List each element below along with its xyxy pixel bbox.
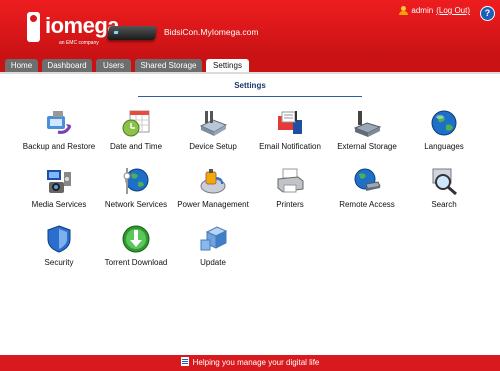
footer-bar: Helping you manage your digital life <box>0 355 500 371</box>
iomega-logo[interactable]: iomega an EMC company <box>27 12 120 48</box>
setting-label: Torrent Download <box>104 258 168 267</box>
network-services-icon <box>121 166 151 196</box>
remote-access-icon <box>352 166 382 196</box>
setting-media-services[interactable]: Media Services <box>16 166 102 209</box>
document-icon <box>180 357 189 366</box>
tab-divider <box>0 72 500 74</box>
media-services-icon <box>44 166 74 196</box>
setting-label: Device Setup <box>189 142 237 151</box>
device-setup-icon <box>198 108 228 138</box>
setting-label: Languages <box>424 142 464 151</box>
user-info: admin (Log Out) <box>399 6 470 15</box>
setting-label: Security <box>44 258 74 267</box>
update-icon <box>198 224 228 254</box>
shield-icon <box>44 224 74 254</box>
footer-text: Helping you manage your digital life <box>192 358 320 367</box>
setting-device-setup[interactable]: Device Setup <box>170 108 256 151</box>
tab-shared-storage[interactable]: Shared Storage <box>135 59 202 72</box>
printer-icon <box>275 166 305 196</box>
backup-restore-icon <box>44 108 74 138</box>
setting-label: Network Services <box>104 200 168 209</box>
external-storage-icon <box>352 108 382 138</box>
setting-label: Backup and Restore <box>22 142 96 151</box>
setting-date-and-time[interactable]: Date and Time <box>93 108 179 151</box>
setting-security[interactable]: Security <box>16 224 102 267</box>
torrent-download-icon <box>121 224 151 254</box>
tab-users[interactable]: Users <box>96 59 131 72</box>
setting-label: Printers <box>276 200 304 209</box>
setting-label: External Storage <box>337 142 397 151</box>
setting-label: Date and Time <box>109 142 163 151</box>
header-bar: iomega an EMC company BidsiCon.MyIomega.… <box>0 0 500 57</box>
logo-tagline: an EMC company <box>59 40 99 46</box>
setting-search[interactable]: Search <box>401 166 487 209</box>
iomega-i-icon <box>27 12 40 42</box>
username: admin <box>411 6 434 15</box>
tab-dashboard[interactable]: Dashboard <box>42 59 92 72</box>
user-icon <box>399 6 409 15</box>
tab-settings[interactable]: Settings <box>206 59 249 73</box>
date-time-icon <box>121 108 151 138</box>
setting-label: Email Notification <box>259 142 321 151</box>
help-icon[interactable]: ? <box>480 6 495 21</box>
setting-label: Media Services <box>31 200 87 209</box>
setting-torrent-download[interactable]: Torrent Download <box>93 224 179 267</box>
logout-link[interactable]: (Log Out) <box>436 6 470 15</box>
page-title: Settings <box>234 81 266 90</box>
setting-label: Remote Access <box>339 200 395 209</box>
setting-printers[interactable]: Printers <box>247 166 333 209</box>
setting-languages[interactable]: Languages <box>401 108 487 151</box>
nas-device-icon <box>107 26 157 40</box>
setting-power-management[interactable]: Power Management <box>170 166 256 209</box>
title-underline <box>138 96 362 97</box>
setting-label: Update <box>200 258 226 267</box>
setting-remote-access[interactable]: Remote Access <box>324 166 410 209</box>
main-tabs: Home Dashboard Users Shared Storage Sett… <box>0 57 500 73</box>
setting-update[interactable]: Update <box>170 224 256 267</box>
power-management-icon <box>198 166 228 196</box>
email-notification-icon <box>275 108 305 138</box>
setting-backup-and-restore[interactable]: Backup and Restore <box>16 108 102 151</box>
setting-external-storage[interactable]: External Storage <box>324 108 410 151</box>
setting-email-notification[interactable]: Email Notification <box>247 108 333 151</box>
setting-network-services[interactable]: Network Services <box>93 166 179 209</box>
setting-label: Search <box>431 200 457 209</box>
tab-home[interactable]: Home <box>5 59 38 72</box>
setting-label: Power Management <box>177 200 249 209</box>
globe-icon <box>429 108 459 138</box>
search-icon <box>429 166 459 196</box>
device-hostname: BidsiCon.MyIomega.com <box>164 27 259 37</box>
